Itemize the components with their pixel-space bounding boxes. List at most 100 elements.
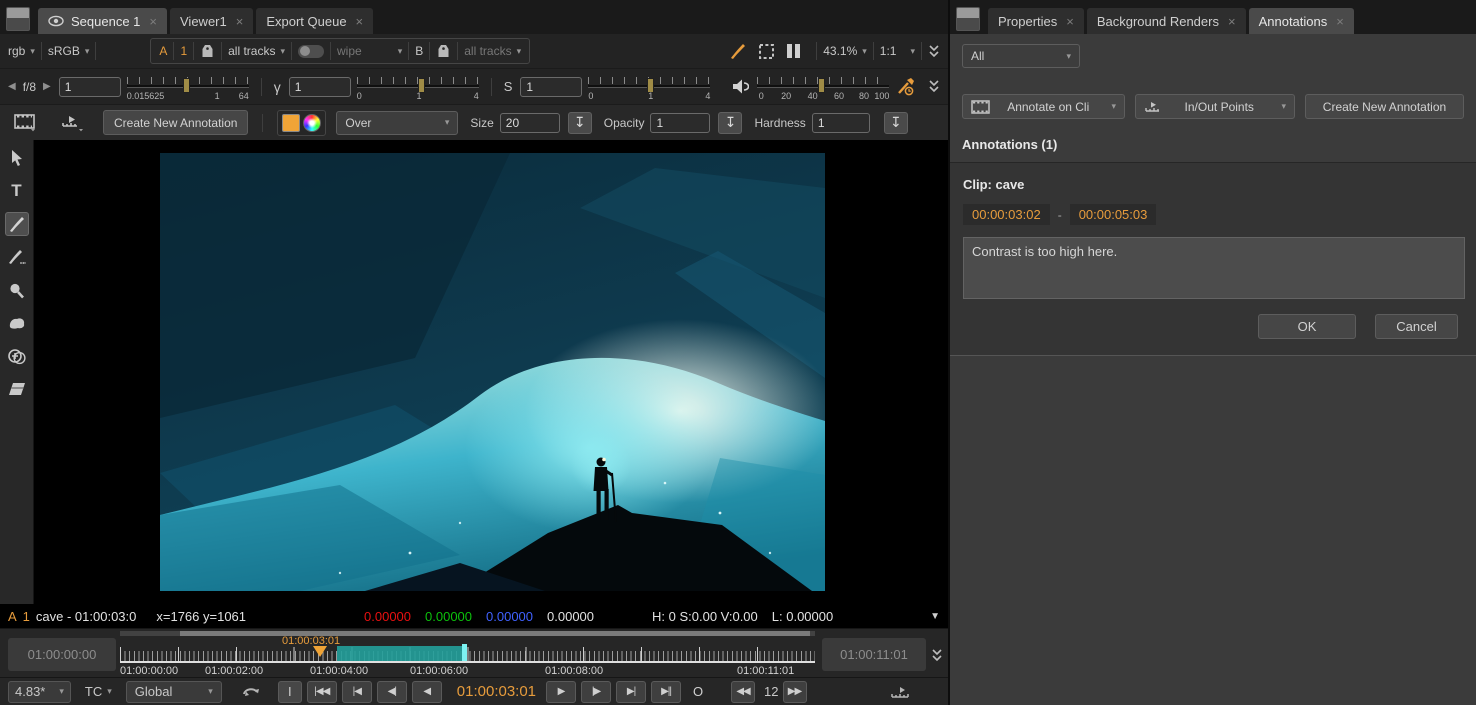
speaker-icon[interactable] [732, 79, 749, 94]
tc-mode-select[interactable]: TC ▾ [85, 684, 112, 699]
dotted-brush-tool[interactable] [5, 245, 29, 269]
next-edit-button[interactable]: ▶| [616, 681, 646, 703]
brush-color-swatch[interactable] [282, 114, 300, 132]
timeline-scroll-thumb[interactable] [180, 631, 810, 636]
tab-viewer1[interactable]: Viewer1 × [170, 8, 253, 34]
gamma-label[interactable]: γ [274, 79, 281, 95]
input-a-label[interactable]: A [159, 44, 167, 58]
colorspace-select[interactable]: sRGB ▾ [48, 44, 90, 58]
tab-properties[interactable]: Properties × [988, 8, 1084, 34]
close-icon[interactable]: × [149, 14, 157, 29]
loop-mode-icon[interactable] [240, 684, 262, 700]
annotate-clip-icon[interactable] [14, 113, 37, 132]
annotate-on-select[interactable]: Annotate on Cli ▾ [962, 94, 1125, 119]
tab-export-queue[interactable]: Export Queue × [256, 8, 373, 34]
collapse-toolbar-icon[interactable] [928, 45, 940, 58]
tab-background-renders[interactable]: Background Renders × [1087, 8, 1246, 34]
create-annotation-button[interactable]: Create New Annotation [103, 110, 248, 135]
inout-points-select[interactable]: In/Out Points ▾ [1135, 94, 1295, 119]
close-icon[interactable]: × [356, 14, 364, 29]
close-icon[interactable]: × [1066, 14, 1074, 29]
step-back-button[interactable]: ◀| [377, 681, 407, 703]
frame-increment-value[interactable]: 12 [764, 684, 778, 699]
set-out-button[interactable]: O [686, 681, 710, 703]
opacity-default-button[interactable]: ↧ [718, 112, 742, 134]
gain-slider[interactable]: 0.015625 1 64 [127, 74, 249, 100]
wipe-toggle[interactable] [298, 45, 324, 58]
volume-slider[interactable]: 0 20 40 60 80 100 [757, 74, 889, 100]
tag-lock-icon[interactable] [200, 44, 215, 59]
input-b-label[interactable]: B [415, 44, 423, 58]
annotation-range-highlight[interactable] [337, 646, 467, 662]
tab-annotations[interactable]: Annotations × [1249, 8, 1354, 34]
fstop-label[interactable]: f/8 [23, 80, 36, 94]
roi-icon[interactable] [758, 43, 775, 60]
saturation-label[interactable]: S [504, 79, 513, 94]
ok-button[interactable]: OK [1258, 314, 1356, 339]
hardness-input[interactable] [812, 113, 870, 133]
zoom-level-select[interactable]: 43.1% ▾ [823, 44, 867, 58]
zoom-tool[interactable] [5, 278, 29, 302]
wipe-select[interactable]: wipe ▾ [337, 44, 402, 58]
input-a-track[interactable]: 1 [180, 44, 187, 58]
size-default-button[interactable]: ↧ [568, 112, 592, 134]
playhead-marker[interactable] [313, 646, 327, 657]
fps-select[interactable]: 4.83* ▾ [8, 681, 71, 703]
size-input[interactable] [500, 113, 560, 133]
gain-input[interactable] [59, 77, 121, 97]
smudge-tool[interactable] [5, 311, 29, 335]
annotation-comment-input[interactable]: Contrast is too high here. [963, 237, 1465, 299]
gain-prev-icon[interactable]: ◀ [8, 81, 16, 92]
status-dropdown-icon[interactable]: ▼ [930, 611, 940, 622]
close-icon[interactable]: × [1336, 14, 1344, 29]
gamma-input[interactable] [289, 77, 351, 97]
annotation-brush-icon[interactable] [728, 42, 746, 60]
annotation-filter-select[interactable]: All ▾ [962, 44, 1080, 68]
select-tool[interactable] [5, 146, 29, 170]
tag-lock-icon[interactable] [436, 44, 451, 59]
close-icon[interactable]: × [1228, 14, 1236, 29]
step-forward-button[interactable]: |▶ [581, 681, 611, 703]
flag-export-icon[interactable] [890, 684, 912, 700]
timeline-start-field[interactable]: 01:00:00:00 [8, 638, 116, 671]
frame-increment-button[interactable]: ▶▶ [783, 681, 807, 703]
clone-tool[interactable] [5, 344, 29, 368]
annotate-sequence-icon[interactable] [61, 113, 85, 132]
color-wheel-icon[interactable] [303, 114, 321, 132]
play-button[interactable]: ▶ [546, 681, 576, 703]
frame-decrement-button[interactable]: ◀◀ [731, 681, 755, 703]
prev-edit-button[interactable]: |◀ [342, 681, 372, 703]
blend-mode-select[interactable]: Over ▾ [336, 111, 458, 135]
gamma-slider[interactable]: 0 1 4 [357, 74, 479, 100]
brush-tool[interactable] [5, 212, 29, 236]
pause-icon[interactable] [787, 44, 800, 58]
channel-select[interactable]: rgb ▾ [8, 44, 35, 58]
gain-next-icon[interactable]: ▶ [43, 81, 51, 92]
annotation-in-timecode[interactable]: 00:00:03:02 [963, 204, 1050, 225]
range-mode-select[interactable]: Global ▾ [126, 681, 222, 703]
collapse-timeline-icon[interactable] [931, 649, 943, 662]
text-tool[interactable]: T [5, 179, 29, 203]
track-select-b[interactable]: all tracks ▾ [464, 44, 521, 58]
pane-menu-icon[interactable] [6, 7, 30, 31]
collapse-toolbar-icon[interactable] [928, 80, 940, 93]
set-in-button[interactable]: I [278, 681, 302, 703]
tab-sequence-1[interactable]: Sequence 1 × [38, 8, 167, 34]
timeline-ruler[interactable]: 01:00:03:01 01:00:00:00 01:00:02:00 01:0… [120, 629, 815, 678]
proxy-ratio-select[interactable]: 1:1 ▾ [880, 44, 915, 58]
current-timecode[interactable]: 01:00:03:01 [457, 683, 536, 700]
pane-menu-icon[interactable] [956, 7, 980, 31]
cancel-button[interactable]: Cancel [1375, 314, 1458, 339]
timeline-end-field[interactable]: 01:00:11:01 [822, 638, 926, 671]
close-icon[interactable]: × [236, 14, 244, 29]
goto-start-button[interactable]: |◀◀ [307, 681, 337, 703]
eraser-tool[interactable] [5, 377, 29, 401]
hardness-default-button[interactable]: ↧ [884, 112, 908, 134]
play-backward-button[interactable]: ◀ [412, 681, 442, 703]
create-new-annotation-button[interactable]: Create New Annotation [1305, 94, 1464, 119]
track-select-a[interactable]: all tracks ▾ [228, 44, 285, 58]
sample-timer-icon[interactable] [896, 77, 916, 96]
annotation-out-timecode[interactable]: 00:00:05:03 [1070, 204, 1157, 225]
saturation-slider[interactable]: 0 1 4 [588, 74, 710, 100]
viewer-canvas[interactable] [34, 140, 948, 604]
